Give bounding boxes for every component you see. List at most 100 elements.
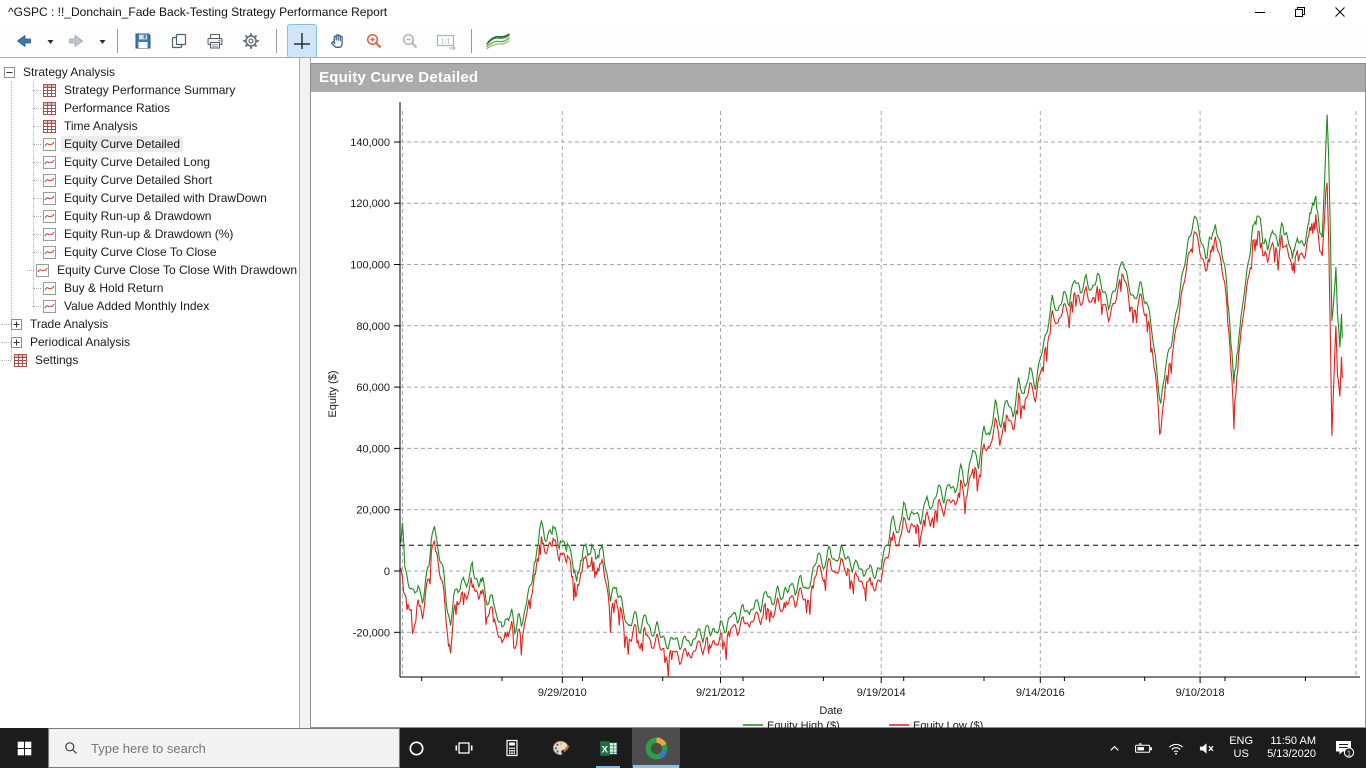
taskbar-calculator-button[interactable] (488, 728, 536, 768)
taskbar-backtest-app-button[interactable] (632, 728, 680, 768)
tree-connector (33, 107, 41, 109)
paint-icon (550, 738, 571, 759)
app-logo (483, 25, 514, 57)
chart-icon (36, 263, 50, 277)
tree-connector (33, 125, 41, 127)
svg-text:1:1: 1:1 (440, 38, 450, 45)
title-bar: ^GSPC : !!_Donchain_Fade Back-Testing St… (0, 0, 1366, 24)
tree-item-label: Periodical Analysis (30, 335, 131, 349)
tree-item-label: Trade Analysis (30, 317, 109, 331)
svg-text:Equity High ($): Equity High ($) (767, 720, 840, 728)
crosshair-icon (291, 30, 313, 52)
expand-icon[interactable] (11, 318, 22, 330)
tree-item-equity-curve-detailed-long[interactable]: Equity Curve Detailed Long (0, 153, 299, 171)
tree-item-equity-curve-detailed[interactable]: Equity Curve Detailed (0, 135, 299, 153)
tree-item-equity-curve-detailed-with-drawdown[interactable]: Equity Curve Detailed with DrawDown (0, 189, 299, 207)
tree-item-label: Strategy Performance Summary (64, 83, 236, 97)
start-button[interactable] (0, 728, 48, 768)
close-button[interactable] (1320, 0, 1360, 24)
tray-wifi-button[interactable] (1161, 741, 1191, 756)
print-button[interactable] (201, 25, 229, 57)
tree-item-label: Settings (35, 353, 79, 367)
zoom-in-button[interactable] (360, 25, 388, 57)
tree-item-equity-curve-close-to-close[interactable]: Equity Curve Close To Close (0, 243, 299, 261)
tree-item-trade-analysis[interactable]: Trade Analysis (0, 315, 299, 333)
settings-button[interactable] (237, 25, 265, 57)
pan-tool-button[interactable] (324, 25, 352, 57)
expand-icon[interactable] (11, 336, 22, 348)
report-tree: Strategy Analysis Strategy Performance Su… (0, 58, 300, 728)
minimize-button[interactable] (1240, 0, 1280, 24)
tree-item-label: Equity Run-up & Drawdown (64, 209, 212, 223)
collapse-icon[interactable] (4, 66, 15, 78)
zoom-reset-button: 1:1 (432, 25, 460, 57)
table-icon (43, 101, 56, 115)
svg-text:Equity ($): Equity ($) (327, 370, 339, 417)
taskbar-task-view-button[interactable] (440, 728, 488, 768)
nav-back-button[interactable] (10, 25, 38, 57)
save-button[interactable] (129, 25, 157, 57)
tray-chevron-up-button[interactable] (1101, 741, 1128, 756)
tree-item-periodical-analysis[interactable]: Periodical Analysis (0, 333, 299, 351)
tree-item-value-added-monthly-index[interactable]: Value Added Monthly Index (0, 297, 299, 315)
tray-volume-button[interactable] (1191, 741, 1222, 756)
notification-center-button[interactable]: 1 (1326, 738, 1366, 759)
tray-clock[interactable]: 11:50 AM 5/13/2020 (1260, 735, 1326, 761)
chart-icon (43, 299, 56, 313)
tree-item-strategy-performance-summary[interactable]: Strategy Performance Summary (0, 81, 299, 99)
wifi-icon (1167, 741, 1185, 756)
tree-connector (33, 89, 41, 91)
nav-back-dropdown[interactable] (43, 25, 57, 57)
svg-text:9/14/2016: 9/14/2016 (1016, 687, 1065, 699)
tree-item-equity-run-up-drawdown[interactable]: Equity Run-up & Drawdown (%) (0, 225, 299, 243)
svg-text:1: 1 (1347, 748, 1351, 757)
tree-item-label: Time Analysis (64, 119, 138, 133)
toolbar-separator (471, 28, 472, 53)
taskbar-excel-button[interactable]: X (584, 728, 632, 768)
tree-item-label: Equity Curve Detailed Long (64, 155, 211, 169)
toolbar-separator (276, 28, 277, 53)
task-view-icon (454, 738, 474, 758)
tree-item-label: Equity Curve Close To Close (64, 245, 217, 259)
taskbar: X ENGUS11:50 AM5/13/2020 1 (0, 728, 1366, 768)
taskbar-search[interactable] (48, 728, 400, 768)
chart-icon (43, 227, 56, 241)
svg-text:Date: Date (819, 705, 842, 717)
taskbar-cortana-button[interactable] (392, 728, 440, 768)
tree-connector (1, 323, 11, 325)
tree-item-strategy-analysis[interactable]: Strategy Analysis (0, 63, 299, 81)
copy-button[interactable] (165, 25, 193, 57)
crosshair-tool-button[interactable] (287, 23, 317, 58)
caret-down-icon (98, 33, 107, 49)
tree-item-time-analysis[interactable]: Time Analysis (0, 117, 299, 135)
equity-curve-chart[interactable]: 140,000 120,000 100,000 80,000 60,000 40,000 2… (311, 92, 1365, 728)
tree-item-equity-run-up-drawdown[interactable]: Equity Run-up & Drawdown (0, 207, 299, 225)
tree-item-equity-curve-detailed-short[interactable]: Equity Curve Detailed Short (0, 171, 299, 189)
cortana-icon (407, 739, 426, 758)
svg-text:140,000: 140,000 (350, 137, 390, 149)
restore-icon (1295, 7, 1305, 17)
search-input[interactable] (89, 739, 373, 757)
tree-connector (1, 341, 11, 343)
chart-icon (43, 191, 56, 205)
tree-connector (33, 179, 41, 181)
tray-language-switcher[interactable]: ENG US (1222, 735, 1260, 761)
tree-item-settings[interactable]: Settings (0, 351, 299, 369)
chart-title: Equity Curve Detailed (311, 64, 1365, 92)
chart-icon (43, 173, 56, 187)
chart-icon (43, 281, 56, 295)
tray-battery-button[interactable] (1128, 741, 1161, 756)
tree-connector (33, 305, 41, 307)
chevron-up-icon (1107, 741, 1122, 756)
restore-button[interactable] (1280, 0, 1320, 24)
svg-text:80,000: 80,000 (356, 321, 390, 333)
region-label: US (1233, 748, 1249, 760)
tree-item-performance-ratios[interactable]: Performance Ratios (0, 99, 299, 117)
toolbar: 1:1 (0, 23, 1366, 58)
tree-item-buy-hold-return[interactable]: Buy & Hold Return (0, 279, 299, 297)
taskbar-paint-button[interactable] (536, 728, 584, 768)
tree-item-equity-curve-close-to-close-with-drawdown[interactable]: Equity Curve Close To Close With Drawdow… (0, 261, 299, 279)
nav-forward-dropdown[interactable] (95, 25, 109, 57)
svg-text:Equity Low ($): Equity Low ($) (913, 720, 983, 728)
tree-connector (33, 233, 41, 235)
